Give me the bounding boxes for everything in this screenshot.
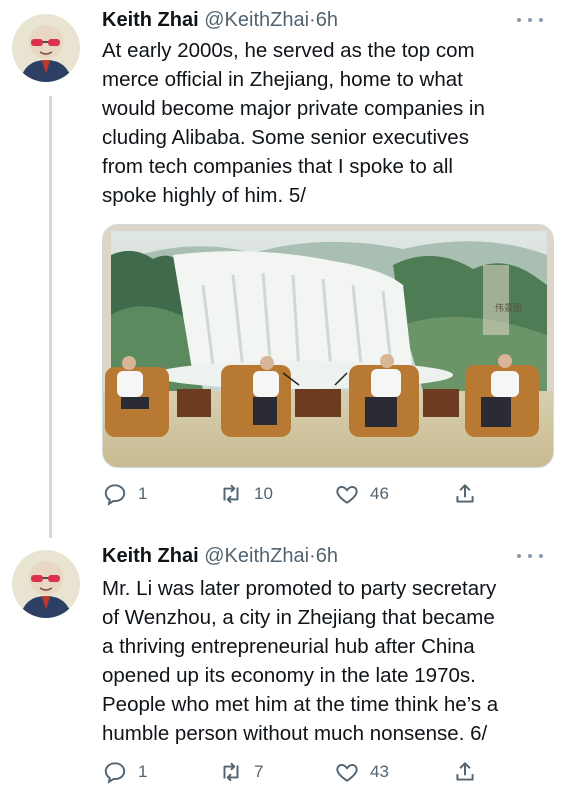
author-name[interactable]: Keith Zhai [102, 545, 199, 567]
tweet-text: At early 2000s, he served as the top com… [102, 36, 542, 210]
tweet-actions: 1 7 43 [102, 759, 542, 789]
retweet-button[interactable]: 10 [218, 481, 273, 507]
tweet-text-line: Mr. Li was later promoted to party secre… [102, 577, 497, 600]
share-button[interactable] [452, 759, 478, 785]
share-button[interactable] [452, 481, 478, 507]
retweet-count: 10 [254, 484, 273, 503]
tweet-text-line: merce official in Zhejiang, home to what [102, 68, 463, 91]
like-button[interactable]: 43 [334, 759, 389, 785]
separator-dot: · [309, 545, 316, 567]
like-icon [336, 485, 358, 504]
share-icon [456, 484, 474, 503]
retweet-icon [223, 484, 239, 504]
timestamp[interactable]: 6h [316, 9, 338, 31]
reply-count: 1 [138, 484, 148, 503]
retweet-icon [223, 762, 239, 782]
tweet-text-line: At early 2000s, he served as the top com [102, 39, 475, 62]
like-button[interactable]: 46 [334, 481, 389, 507]
tweet-header: Keith Zhai @KeithZhai·6h [102, 8, 338, 32]
author-handle[interactable]: @KeithZhai [204, 545, 309, 567]
painting-seal: 伟景图 [495, 302, 522, 314]
more-options-icon[interactable] [517, 548, 543, 564]
tweet-text-line: from tech companies that I spoke to all [102, 155, 453, 178]
tweet-text-line: of Wenzhou, a city in Zhejiang that beca… [102, 606, 495, 629]
retweet-count: 7 [254, 762, 264, 781]
like-icon [336, 763, 358, 782]
avatar[interactable] [12, 550, 80, 618]
tweet-photo[interactable]: 伟景图 [102, 224, 554, 468]
timestamp[interactable]: 6h [316, 545, 338, 567]
share-icon [456, 762, 474, 781]
reply-button[interactable]: 1 [102, 481, 147, 507]
tweet-text-line: People who met him at the time think he’… [102, 693, 499, 716]
more-options-icon[interactable] [517, 12, 543, 28]
tweet-text-line: a thriving entrepreneurial hub after Chi… [102, 635, 475, 658]
like-count: 43 [370, 762, 389, 781]
tweet-text-line: cluding Alibaba. Some senior executives [102, 126, 469, 149]
tweet-text-line: humble person without much nonsense. 6/ [102, 722, 488, 745]
author-name[interactable]: Keith Zhai [102, 9, 199, 31]
reply-button[interactable]: 1 [102, 759, 147, 785]
separator-dot: · [309, 9, 316, 31]
retweet-button[interactable]: 7 [218, 759, 263, 785]
tweet-text-line: opened up its economy in the late 1970s. [102, 664, 476, 687]
tweet-text-line: spoke highly of him. 5/ [102, 184, 306, 207]
tweet-text: Mr. Li was later promoted to party secre… [102, 574, 542, 748]
like-count: 46 [370, 484, 389, 503]
tweet-header: Keith Zhai @KeithZhai·6h [102, 544, 338, 568]
thread-line-between [49, 96, 52, 538]
tweet-actions: 1 10 46 [102, 481, 542, 511]
tweet-text-line: would become major private companies in [102, 97, 485, 120]
reply-icon [104, 484, 126, 506]
avatar[interactable] [12, 14, 80, 82]
reply-icon [104, 762, 126, 784]
reply-count: 1 [138, 762, 148, 781]
author-handle[interactable]: @KeithZhai [204, 9, 309, 31]
